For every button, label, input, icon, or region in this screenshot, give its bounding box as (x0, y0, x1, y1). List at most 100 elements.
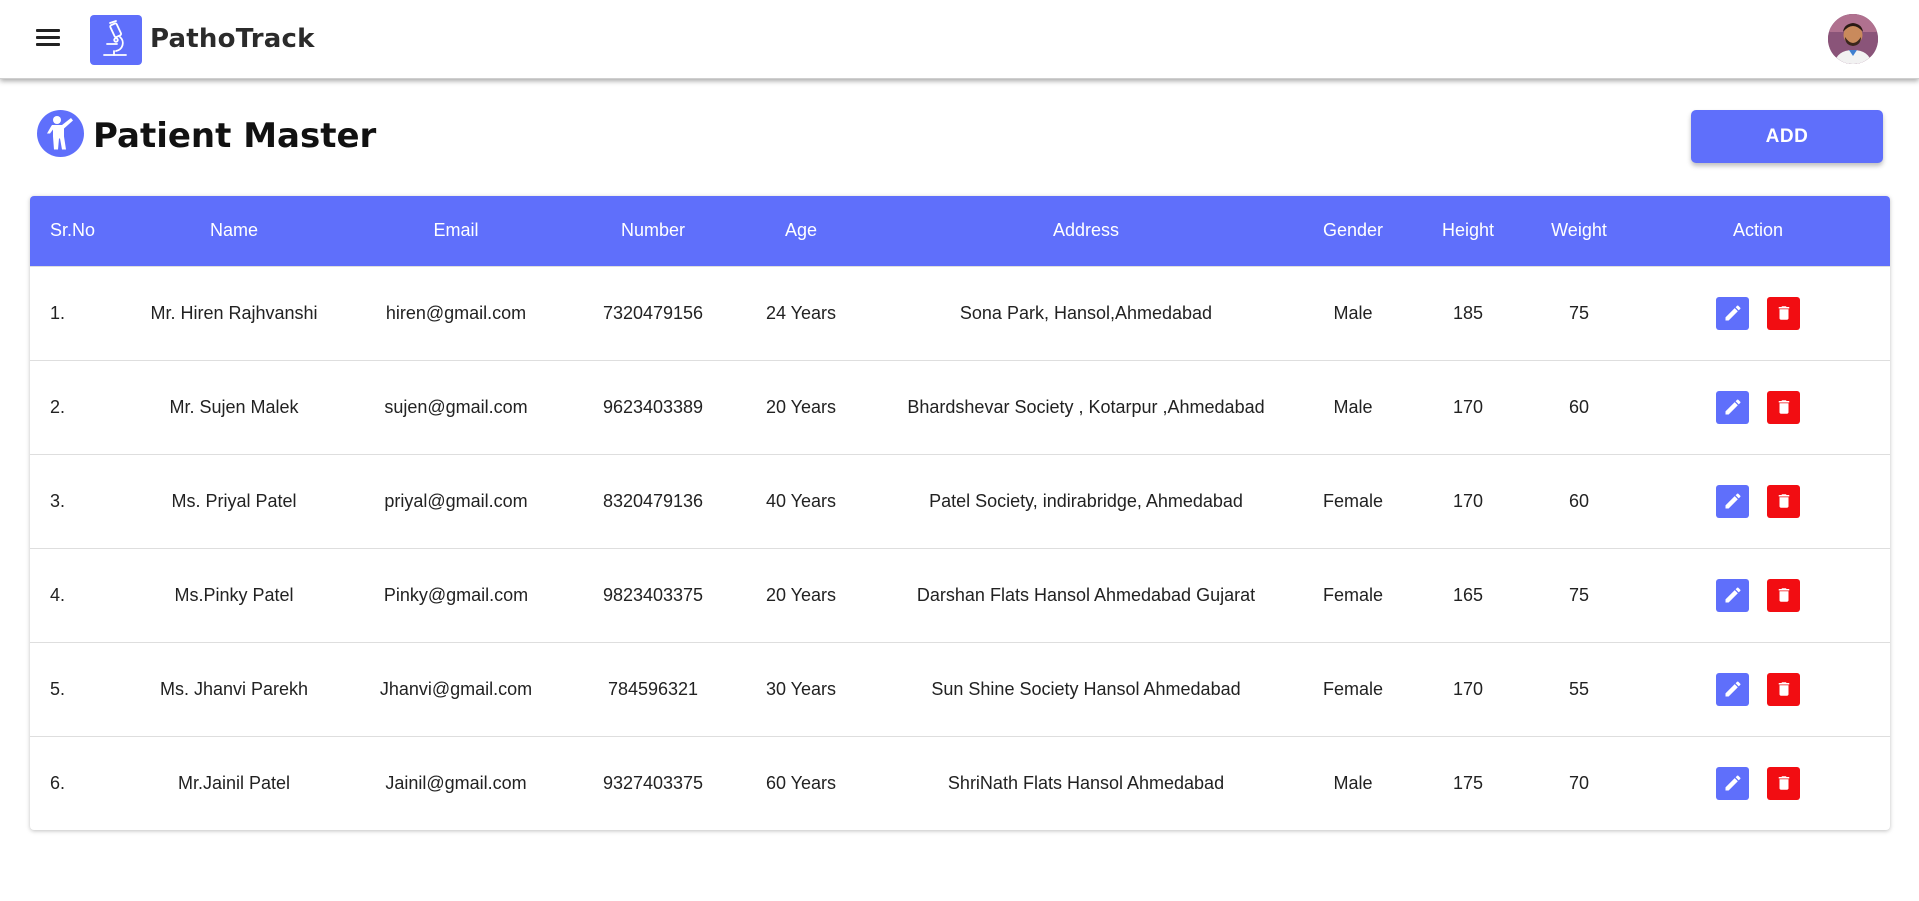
user-avatar[interactable] (1828, 14, 1878, 64)
cell-address: Bhardshevar Society , Kotarpur ,Ahmedaba… (907, 396, 1265, 417)
trash-icon (1778, 400, 1789, 414)
cell-number: 9623403389 (602, 396, 704, 417)
col-header-number[interactable]: Number (574, 196, 732, 266)
pencil-icon (1725, 399, 1741, 415)
cell-email: priyal@gmail.com (384, 490, 528, 511)
cell-address: ShriNath Flats Hansol Ahmedabad (947, 772, 1225, 793)
col-header-srno[interactable]: Sr.No (30, 196, 130, 266)
patients-table-card: Sr.No Name Email Number Age Address Gend… (30, 196, 1890, 830)
brand-name: PathoTrack (150, 24, 315, 54)
cell-height: 170 (1452, 396, 1484, 417)
page-title: Patient Master (93, 116, 377, 156)
pencil-icon (1725, 681, 1741, 697)
cell-weight: 60 (1568, 396, 1590, 417)
cell-weight: 60 (1568, 490, 1590, 511)
col-header-name[interactable]: Name (130, 196, 338, 266)
cell-email: Pinky@gmail.com (383, 584, 529, 605)
cell-gender: Female (1322, 678, 1384, 699)
cell-srno: 5. (50, 678, 66, 699)
table-row: 1. Mr. Hiren Rajhvanshi hiren@gmail.com … (30, 266, 1890, 360)
pencil-icon (1725, 587, 1741, 603)
cell-address: Sona Park, Hansol,Ahmedabad (959, 302, 1213, 323)
cell-srno: 1. (50, 302, 66, 323)
table-row: 2. Mr. Sujen Malek sujen@gmail.com 96234… (30, 360, 1890, 454)
cell-name: Ms. Jhanvi Parekh (159, 678, 309, 699)
cell-number: 9823403375 (602, 584, 704, 605)
cell-number: 7320479156 (602, 302, 704, 323)
cell-gender: Female (1322, 490, 1384, 511)
delete-button[interactable] (1767, 766, 1800, 800)
trash-icon (1778, 588, 1789, 602)
pencil-icon (1725, 493, 1741, 509)
edit-button[interactable] (1716, 766, 1749, 800)
pencil-icon (1725, 775, 1741, 791)
cell-action (1626, 642, 1890, 736)
patients-table: Sr.No Name Email Number Age Address Gend… (30, 196, 1890, 830)
cell-number: 784596321 (607, 678, 699, 699)
cell-name: Ms. Priyal Patel (171, 490, 297, 511)
cell-email: Jainil@gmail.com (385, 772, 527, 793)
cell-height: 170 (1452, 678, 1484, 699)
col-header-age[interactable]: Age (732, 196, 870, 266)
trash-icon (1778, 306, 1789, 320)
patient-icon (37, 110, 84, 157)
cell-srno: 3. (50, 490, 66, 511)
cell-email: Jhanvi@gmail.com (379, 678, 533, 699)
delete-button[interactable] (1767, 390, 1800, 424)
cell-height: 165 (1452, 584, 1484, 605)
trash-icon (1778, 682, 1789, 696)
cell-action (1626, 360, 1890, 454)
edit-button[interactable] (1716, 578, 1749, 612)
cell-action (1626, 736, 1890, 830)
cell-address: Patel Society, indirabridge, Ahmedabad (929, 490, 1243, 511)
cell-height: 185 (1452, 302, 1484, 323)
edit-button[interactable] (1716, 672, 1749, 706)
add-button[interactable]: ADD (1691, 110, 1883, 163)
cell-weight: 55 (1568, 678, 1590, 699)
table-header-row: Sr.No Name Email Number Age Address Gend… (30, 196, 1890, 266)
cell-height: 175 (1452, 772, 1484, 793)
cell-email: sujen@gmail.com (384, 396, 528, 417)
cell-action (1626, 548, 1890, 642)
edit-button[interactable] (1716, 484, 1749, 518)
cell-action (1626, 266, 1890, 360)
cell-age: 20 Years (765, 584, 837, 605)
cell-number: 8320479136 (602, 490, 704, 511)
cell-gender: Male (1333, 302, 1373, 323)
col-header-gender[interactable]: Gender (1302, 196, 1404, 266)
cell-name: Mr. Hiren Rajhvanshi (150, 302, 318, 323)
table-row: 5. Ms. Jhanvi Parekh Jhanvi@gmail.com 78… (30, 642, 1890, 736)
cell-gender: Female (1322, 584, 1384, 605)
col-header-address[interactable]: Address (870, 196, 1302, 266)
cell-weight: 75 (1568, 302, 1590, 323)
delete-button[interactable] (1767, 672, 1800, 706)
cell-age: 40 Years (765, 490, 837, 511)
col-header-weight[interactable]: Weight (1532, 196, 1626, 266)
microscope-icon (90, 15, 142, 65)
col-header-action: Action (1732, 220, 1784, 241)
cell-address: Sun Shine Society Hansol Ahmedabad (931, 678, 1241, 699)
table-row: 6. Mr.Jainil Patel Jainil@gmail.com 9327… (30, 736, 1890, 830)
delete-button[interactable] (1767, 296, 1800, 330)
menu-icon[interactable] (36, 29, 60, 49)
cell-age: 30 Years (765, 678, 837, 699)
cell-srno: 6. (50, 772, 66, 793)
cell-srno: 2. (50, 396, 66, 417)
trash-icon (1778, 776, 1789, 790)
app-bar: PathoTrack (0, 0, 1919, 79)
cell-weight: 75 (1568, 584, 1590, 605)
edit-button[interactable] (1716, 296, 1749, 330)
col-header-email[interactable]: Email (338, 196, 574, 266)
trash-icon (1778, 494, 1789, 508)
cell-number: 9327403375 (602, 772, 704, 793)
delete-button[interactable] (1767, 578, 1800, 612)
delete-button[interactable] (1767, 484, 1800, 518)
cell-srno: 4. (50, 584, 66, 605)
edit-button[interactable] (1716, 390, 1749, 424)
cell-gender: Male (1333, 772, 1373, 793)
cell-address: Darshan Flats Hansol Ahmedabad Gujarat (916, 584, 1256, 605)
cell-email: hiren@gmail.com (385, 302, 527, 323)
cell-weight: 70 (1568, 772, 1590, 793)
cell-name: Ms.Pinky Patel (174, 584, 294, 605)
col-header-height[interactable]: Height (1404, 196, 1532, 266)
